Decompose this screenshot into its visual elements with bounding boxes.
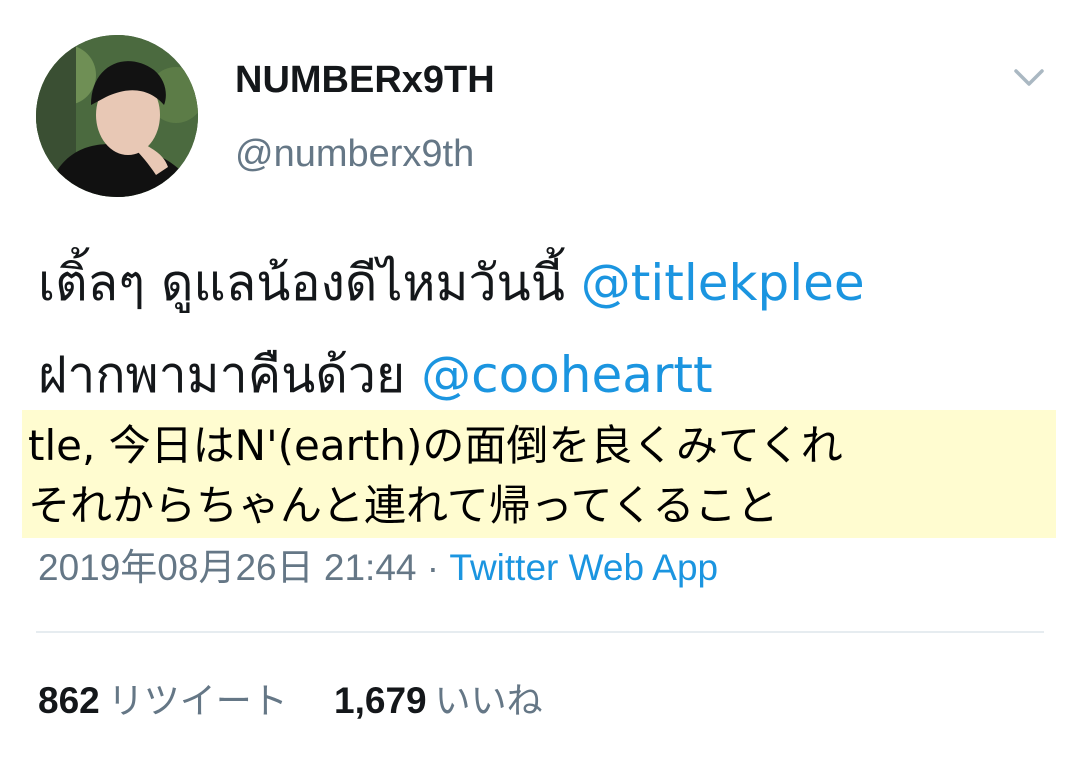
translation-overlay: tle, 今日はN'(earth)の面倒を良くみてくれ それからちゃんと連れて帰… xyxy=(22,410,1056,538)
likes-label: いいね xyxy=(434,681,543,722)
retweets-label: リツイート xyxy=(107,681,288,722)
divider xyxy=(36,631,1044,633)
chevron-down-icon[interactable] xyxy=(1012,66,1046,90)
tweet-text: ฝากพามาคืนด้วย xyxy=(38,346,422,404)
tweet-meta: 2019年08月26日 21:44 · Twitter Web App xyxy=(38,546,718,590)
translation-line-2: それからちゃんと連れて帰ってくること xyxy=(28,481,779,530)
mention-link[interactable]: @cooheartt xyxy=(421,346,713,404)
source-link[interactable]: Twitter Web App xyxy=(449,547,718,588)
profile-photo-icon xyxy=(36,35,198,197)
likes-count: 1,679 xyxy=(334,680,427,721)
retweets-count: 862 xyxy=(38,680,100,721)
tweet-text-line-2: ฝากพามาคืนด้วย @cooheartt xyxy=(38,344,713,406)
display-name[interactable]: NUMBERx9TH xyxy=(235,58,495,102)
meta-separator: · xyxy=(416,547,450,588)
likes-stat[interactable]: 1,679 いいね xyxy=(334,678,543,725)
tweet-stats: 862 リツイート 1,679 いいね xyxy=(38,678,579,725)
mention-link[interactable]: @titlekplee xyxy=(581,254,865,312)
avatar[interactable] xyxy=(36,35,198,197)
tweet-text-line-1: เติ้ลๆ ดูแลน้องดีไหมวันนี้ @titlekplee xyxy=(38,252,865,314)
user-handle[interactable]: @numberx9th xyxy=(235,132,474,176)
tweet-text: เติ้ลๆ ดูแลน้องดีไหมวันนี้ xyxy=(38,254,581,312)
timestamp[interactable]: 2019年08月26日 21:44 xyxy=(38,547,417,588)
retweets-stat[interactable]: 862 リツイート xyxy=(38,678,288,725)
translation-line-1: tle, 今日はN'(earth)の面倒を良くみてくれ xyxy=(28,421,843,470)
